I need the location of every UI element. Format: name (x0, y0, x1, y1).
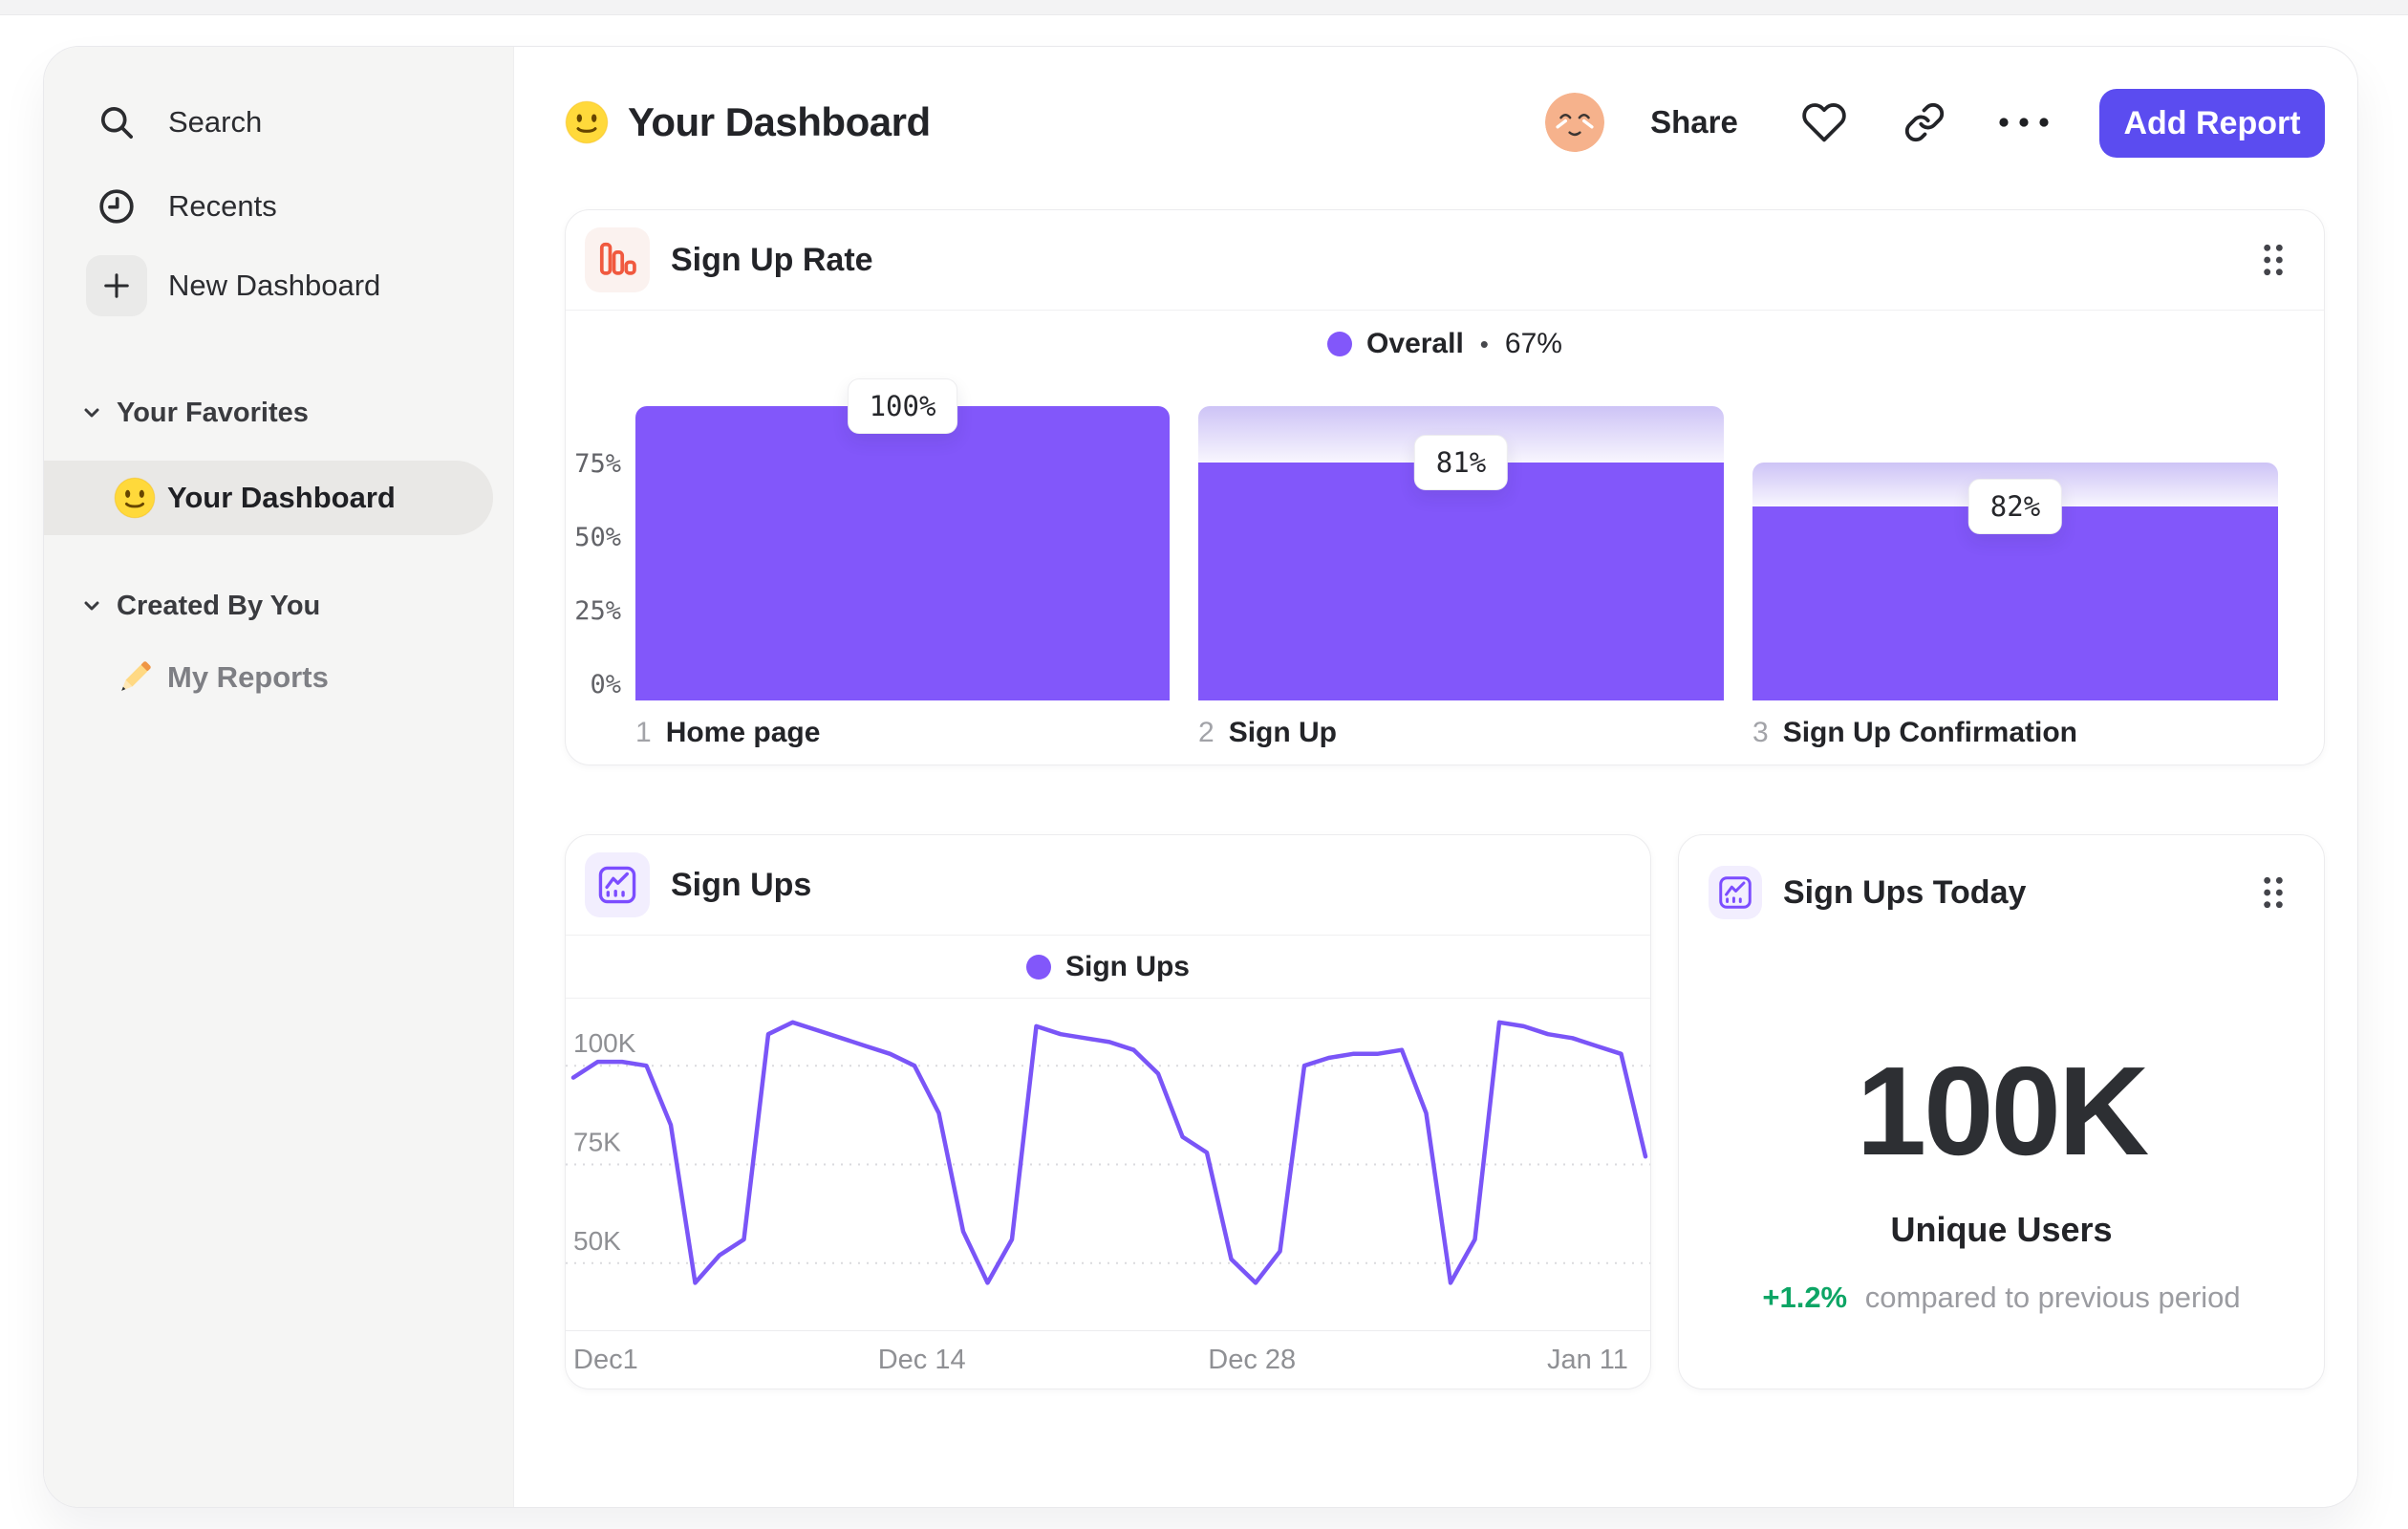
funnel-step-index: 2 (1198, 717, 1215, 748)
funnel-step-label: 2 Sign Up (1198, 717, 1337, 749)
heart-icon (1802, 103, 1846, 142)
card-title: Sign Ups (671, 866, 812, 903)
y-axis-label: 75K (573, 1128, 621, 1157)
page-title-text: Your Dashboard (628, 99, 931, 144)
sidebar-item-label: My Reports (167, 660, 329, 694)
clock-icon (86, 176, 147, 237)
sidebar-item-search[interactable]: Search (44, 85, 513, 160)
sidebar: Search Recents New Dashboard Your Favori… (44, 47, 514, 1507)
chevron-down-icon (81, 595, 102, 616)
smiley-emoji-icon (565, 100, 609, 144)
x-axis-label: Dec1 (573, 1345, 638, 1375)
drag-handle-icon[interactable] (2261, 874, 2286, 911)
metric-label: Unique Users (1890, 1210, 2113, 1249)
sidebar-section-created-by-you[interactable]: Created By You (81, 588, 320, 624)
sidebar-item-label: New Dashboard (168, 269, 381, 302)
main-content: Your Dashboard Share Add Report Sign Up … (514, 47, 2357, 1507)
chevron-down-icon (81, 402, 102, 423)
funnel-y-tick-label: 0% (590, 670, 621, 700)
share-button[interactable]: Share (1650, 104, 1738, 140)
sidebar-item-label: Search (168, 105, 263, 139)
plus-icon (86, 255, 147, 316)
x-axis-label: Dec 28 (1208, 1345, 1297, 1375)
card-header: Sign Ups (566, 835, 1650, 936)
section-label: Created By You (117, 590, 321, 621)
y-axis-label: 100K (573, 1028, 636, 1058)
funnel-step-index: 3 (1752, 717, 1769, 748)
signup-rate-card: Sign Up Rate Overall • 67% 75% 50% 25% 0% 10… (565, 209, 2325, 765)
signups-line-card: Sign Ups Sign Ups 100K 75K 50K Dec1 Dec 14 D… (565, 834, 1651, 1389)
line-chart-icon (1709, 866, 1762, 919)
share-label: Share (1650, 104, 1738, 140)
metric-value: 100K (1856, 1041, 2150, 1181)
more-options-button[interactable] (1997, 117, 2051, 128)
x-axis-label: Jan 11 (1546, 1345, 1628, 1375)
copy-link-button[interactable] (1903, 101, 1946, 143)
conversion-badge: 82% (1967, 478, 2063, 534)
card-header: Sign Ups Today (1679, 835, 2324, 950)
funnel-chart: 75% 50% 25% 0% 100% 1 Home page 81% 2 Sign Up 82% 3… (566, 210, 2324, 764)
funnel-step-name: Sign Up (1228, 717, 1338, 748)
x-axis: Dec1 Dec 14 Dec 28 Jan 11 (566, 1330, 1650, 1389)
funnel-step-label: 1 Home page (635, 717, 820, 749)
sidebar-item-label: Recents (168, 189, 277, 223)
ellipsis-icon (1999, 118, 2049, 127)
x-axis-label: Dec 14 (877, 1345, 966, 1375)
legend-series-label: Sign Ups (1064, 951, 1190, 982)
line-chart-icon (585, 852, 650, 917)
link-icon (1904, 102, 1945, 142)
y-axis-label: 50K (573, 1226, 621, 1256)
sidebar-item-label: Your Dashboard (167, 481, 396, 514)
signups-line-series[interactable] (570, 1020, 1648, 1285)
legend-dot (1025, 955, 1051, 980)
funnel-step-name: Sign Up Confirmation (1782, 717, 2077, 748)
avatar[interactable] (1545, 93, 1604, 152)
card-title: Sign Ups Today (1783, 873, 2027, 911)
page-title: Your Dashboard (565, 47, 931, 198)
smiley-emoji-icon (114, 477, 156, 519)
sidebar-item-recents[interactable]: Recents (44, 169, 513, 244)
funnel-bar[interactable] (1198, 462, 1724, 700)
desktop-background: Search Recents New Dashboard Your Favori… (0, 0, 2408, 1529)
search-icon (86, 92, 147, 153)
sidebar-section-your-favorites[interactable]: Your Favorites (81, 395, 309, 431)
funnel-y-tick-label: 75% (574, 449, 621, 479)
signups-today-card: Sign Ups Today 100K Unique Users +1.2% c… (1678, 834, 2325, 1389)
screen-top-edge (0, 0, 2408, 15)
funnel-y-tick-label: 25% (574, 596, 621, 626)
sidebar-item-your-dashboard[interactable]: Your Dashboard (44, 461, 493, 535)
sidebar-item-new-dashboard[interactable]: New Dashboard (44, 248, 513, 323)
funnel-step-name: Home page (665, 717, 821, 748)
funnel-bar[interactable] (1752, 506, 2278, 700)
face-avatar-icon (1545, 93, 1604, 152)
legend[interactable]: Sign Ups (566, 937, 1650, 999)
funnel-step-index: 1 (635, 717, 652, 748)
delta-note: compared to previous period (1864, 1281, 2241, 1314)
add-report-button[interactable]: Add Report (2099, 89, 2325, 158)
section-label: Your Favorites (117, 397, 309, 428)
favorite-button[interactable] (1801, 99, 1847, 145)
funnel-y-tick-label: 50% (574, 523, 621, 552)
funnel-step-label: 3 Sign Up Confirmation (1752, 717, 2077, 749)
funnel-bar[interactable] (635, 406, 1170, 700)
conversion-badge: 81% (1413, 434, 1509, 490)
pencil-emoji-icon (114, 657, 156, 699)
conversion-badge: 100% (847, 378, 958, 434)
delta-percentage: +1.2% (1762, 1281, 1848, 1314)
line-chart-plot[interactable]: 100K 75K 50K (566, 999, 1651, 1330)
app-window: Search Recents New Dashboard Your Favori… (43, 46, 2358, 1508)
metric-delta: +1.2% compared to previous period (1679, 1281, 2324, 1315)
